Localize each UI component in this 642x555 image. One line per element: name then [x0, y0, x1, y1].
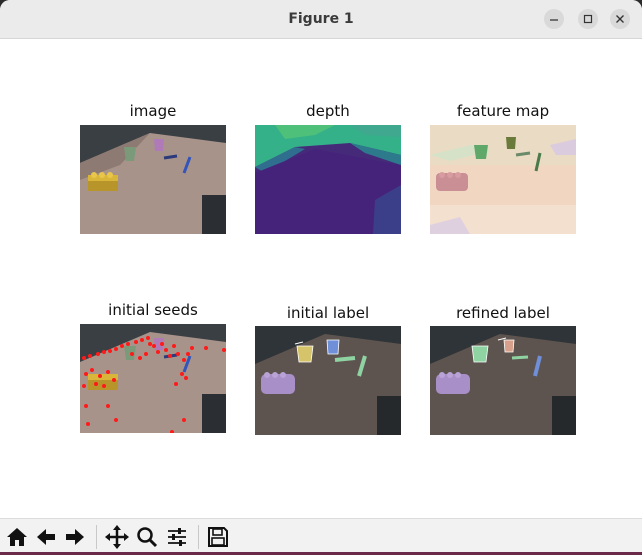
toolbar-separator [96, 525, 97, 549]
figure-window: Figure 1 image depth feature map initial… [0, 0, 642, 555]
minimize-icon [550, 19, 558, 21]
feature-map-panel [430, 125, 576, 234]
maximize-icon [583, 14, 593, 24]
home-icon [7, 528, 27, 546]
minimize-button[interactable] [544, 9, 564, 29]
save-icon [208, 527, 228, 547]
depth-panel [255, 125, 401, 234]
title-bar: Figure 1 [0, 0, 642, 39]
zoom-button[interactable] [134, 523, 160, 551]
maximize-button[interactable] [578, 9, 598, 29]
forward-button[interactable] [62, 523, 88, 551]
panel-title-depth: depth [306, 102, 350, 120]
home-button[interactable] [4, 523, 30, 551]
back-arrow-icon [37, 529, 55, 545]
zoom-icon [137, 527, 158, 548]
panel-title-image: image [129, 102, 177, 120]
close-icon [616, 15, 624, 23]
close-button[interactable] [610, 9, 630, 29]
refined-label-panel [430, 326, 576, 435]
configure-subplots-button[interactable] [164, 523, 190, 551]
configure-subplots-icon [168, 528, 186, 546]
save-button[interactable] [205, 523, 231, 551]
initial-seeds-panel [80, 324, 226, 433]
panel-title-feature-map: feature map [456, 102, 550, 120]
panel-title-initial-seeds: initial seeds [108, 301, 198, 319]
panel-title-refined-label: refined label [456, 304, 550, 322]
figure-canvas[interactable]: image depth feature map initial seeds in… [0, 39, 642, 518]
back-button[interactable] [33, 523, 59, 551]
forward-arrow-icon [66, 529, 84, 545]
initial-label-panel [255, 326, 401, 435]
toolbar-separator [198, 525, 199, 549]
navigation-toolbar [0, 518, 642, 555]
panel-title-initial-label: initial label [286, 304, 370, 322]
image-panel [80, 125, 226, 234]
pan-icon [105, 525, 129, 549]
pan-button[interactable] [104, 523, 130, 551]
